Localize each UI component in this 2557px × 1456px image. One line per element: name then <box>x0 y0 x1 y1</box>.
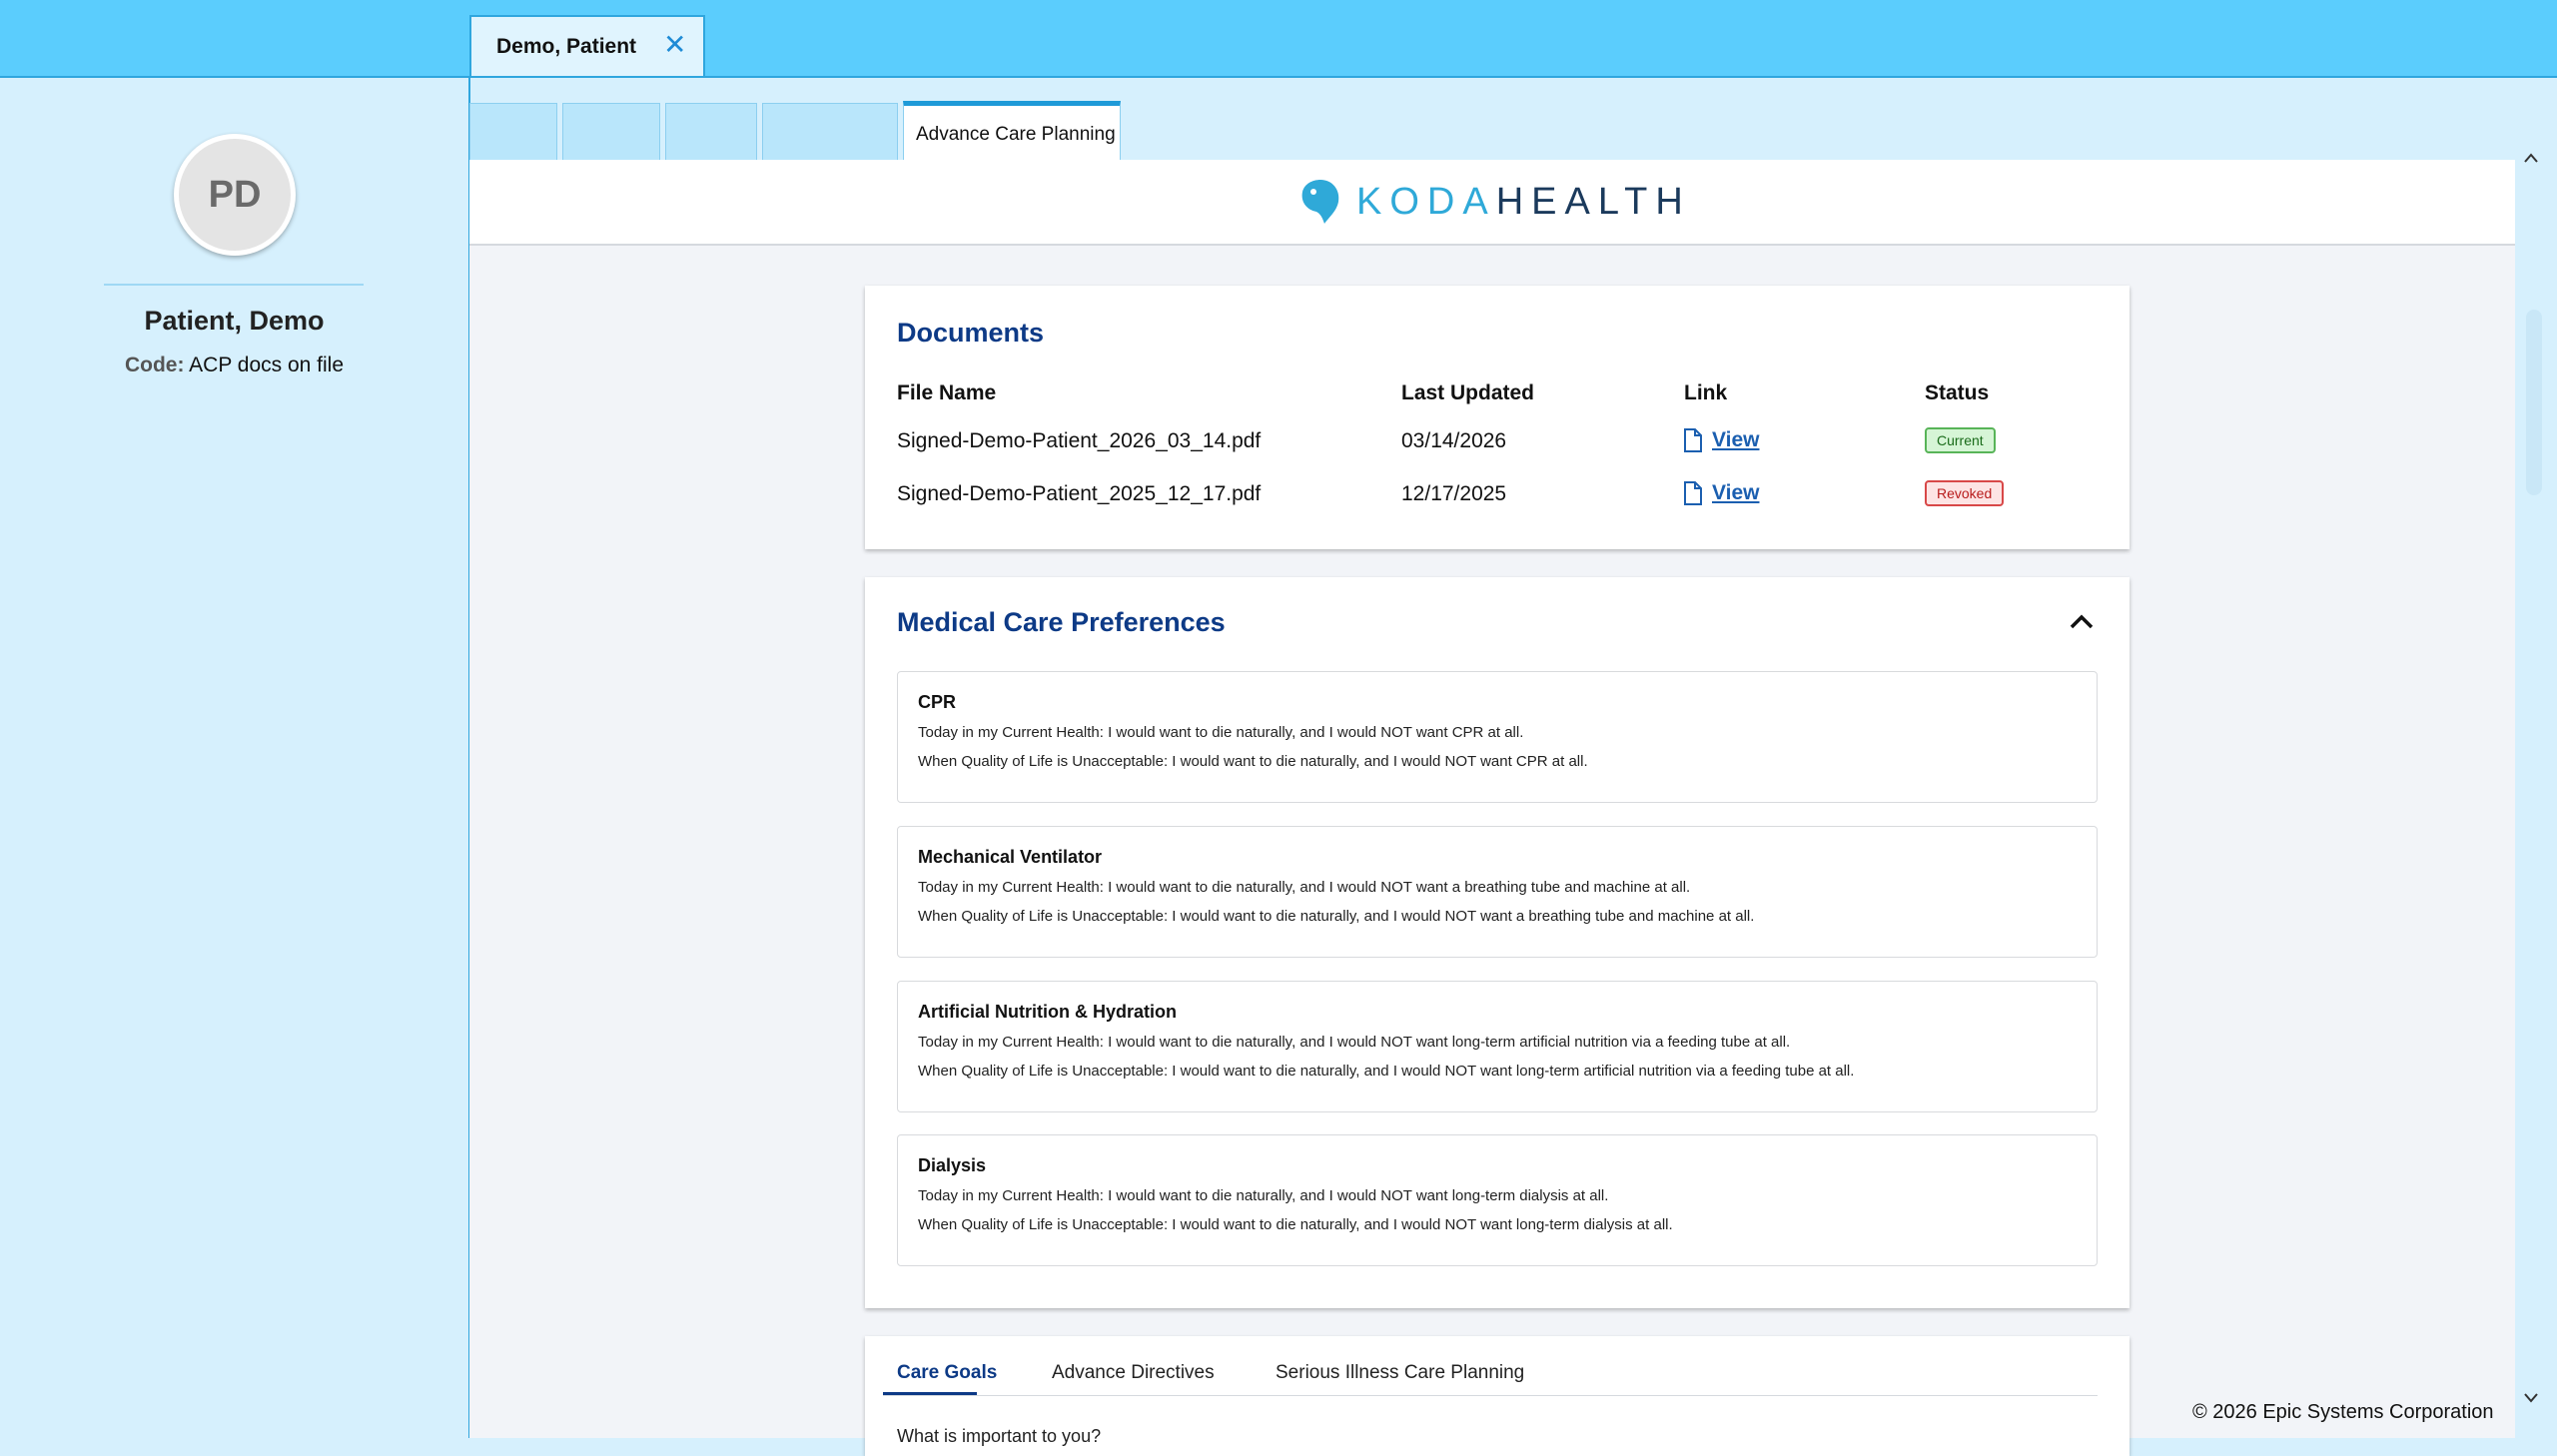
tab-advance-care-planning[interactable]: Advance Care Planning <box>903 101 1121 161</box>
patient-code: Code: ACP docs on file <box>0 354 468 377</box>
col-link: Link <box>1684 381 1728 404</box>
preference-current-health: Today in my Current Health: I would want… <box>918 724 1524 741</box>
tab-care-goals[interactable]: Care Goals <box>897 1362 997 1384</box>
scrollbar-thumb[interactable] <box>2526 310 2542 495</box>
code-value: ACP docs on file <box>189 354 345 376</box>
preference-unacceptable-qol: When Quality of Life is Unacceptable: I … <box>918 908 1755 925</box>
medical-care-preferences-card: Medical Care Preferences CPR Today in my… <box>865 577 2130 1308</box>
patient-tab-name: Demo, Patient <box>496 35 637 58</box>
copyright-footer: © 2026 Epic Systems Corporation <box>2192 1401 2494 1423</box>
col-last-updated: Last Updated <box>1401 381 1535 404</box>
koda-logo-icon <box>1301 180 1339 224</box>
logo-bar: KODA HEALTH <box>469 160 2515 246</box>
preference-current-health: Today in my Current Health: I would want… <box>918 879 1691 896</box>
preference-unacceptable-qol: When Quality of Life is Unacceptable: I … <box>918 1216 1673 1233</box>
documents-title: Documents <box>897 318 1045 348</box>
preference-current-health: Today in my Current Health: I would want… <box>918 1034 1791 1051</box>
preference-item: Artificial Nutrition & Hydration Today i… <box>897 981 2098 1112</box>
tabs-divider <box>883 1395 2098 1396</box>
preference-unacceptable-qol: When Quality of Life is Unacceptable: I … <box>918 1063 1855 1080</box>
col-file-name: File Name <box>897 381 997 404</box>
preference-current-health: Today in my Current Health: I would want… <box>918 1187 1609 1204</box>
care-goals-question: What is important to you? <box>897 1426 1102 1446</box>
view-link-label: View <box>1712 481 1760 504</box>
documents-card: Documents File Name Last Updated Link St… <box>865 286 2130 549</box>
main-content: KODA HEALTH Documents File Name Last Upd… <box>469 160 2515 1456</box>
tab-label: Advance Care Planning <box>916 124 1116 145</box>
patient-name: Patient, Demo <box>144 306 325 336</box>
preference-item: CPR Today in my Current Health: I would … <box>897 671 2098 803</box>
patient-tab[interactable]: Demo, Patient ✕ <box>469 15 705 76</box>
preference-unacceptable-qol: When Quality of Life is Unacceptable: I … <box>918 753 1588 770</box>
status-badge: Revoked <box>1925 480 2005 506</box>
logo-text-koda: KODA <box>1356 180 1496 223</box>
logo-text-health: HEALTH <box>1495 180 1691 223</box>
status-badge: Current <box>1925 427 1996 453</box>
scroll-down-icon[interactable] <box>2523 1388 2539 1409</box>
subtab-4[interactable] <box>762 103 898 161</box>
sidebar-divider <box>104 284 364 286</box>
patient-sidebar: PD Patient, Demo Code: ACP docs on file <box>0 78 470 1438</box>
doc-updated: 03/14/2026 <box>1401 429 1507 452</box>
code-label: Code: <box>124 354 185 376</box>
doc-file-name: Signed-Demo-Patient_2026_03_14.pdf <box>897 429 1262 452</box>
view-link[interactable]: View <box>1684 481 1759 505</box>
preference-title: Artificial Nutrition & Hydration <box>918 1002 1178 1022</box>
care-goals-card: Care Goals Advance Directives Serious Il… <box>865 1336 2130 1456</box>
tab-serious-illness-care-planning[interactable]: Serious Illness Care Planning <box>1276 1362 1524 1384</box>
document-icon <box>1684 428 1702 452</box>
chevron-up-icon[interactable] <box>2070 613 2094 629</box>
koda-health-logo: KODA HEALTH <box>1298 178 1691 226</box>
doc-updated: 12/17/2025 <box>1401 482 1507 505</box>
avatar: PD <box>174 134 296 256</box>
top-bar <box>0 0 2557 78</box>
close-icon[interactable]: ✕ <box>663 31 686 59</box>
preference-title: CPR <box>918 692 957 712</box>
preferences-title: Medical Care Preferences <box>897 607 1226 637</box>
view-link[interactable]: View <box>1684 428 1759 452</box>
subtab-3[interactable] <box>665 103 757 161</box>
preference-item: Mechanical Ventilator Today in my Curren… <box>897 826 2098 958</box>
preference-title: Mechanical Ventilator <box>918 847 1103 867</box>
scroll-up-icon[interactable] <box>2523 148 2539 169</box>
col-status: Status <box>1925 381 1990 404</box>
doc-file-name: Signed-Demo-Patient_2025_12_17.pdf <box>897 482 1262 505</box>
preference-title: Dialysis <box>918 1155 987 1175</box>
subtab-2[interactable] <box>562 103 660 161</box>
document-icon <box>1684 481 1702 505</box>
subtab-1[interactable] <box>469 103 557 161</box>
preference-item: Dialysis Today in my Current Health: I w… <box>897 1134 2098 1266</box>
tab-advance-directives[interactable]: Advance Directives <box>1052 1362 1215 1384</box>
view-link-label: View <box>1712 428 1760 451</box>
